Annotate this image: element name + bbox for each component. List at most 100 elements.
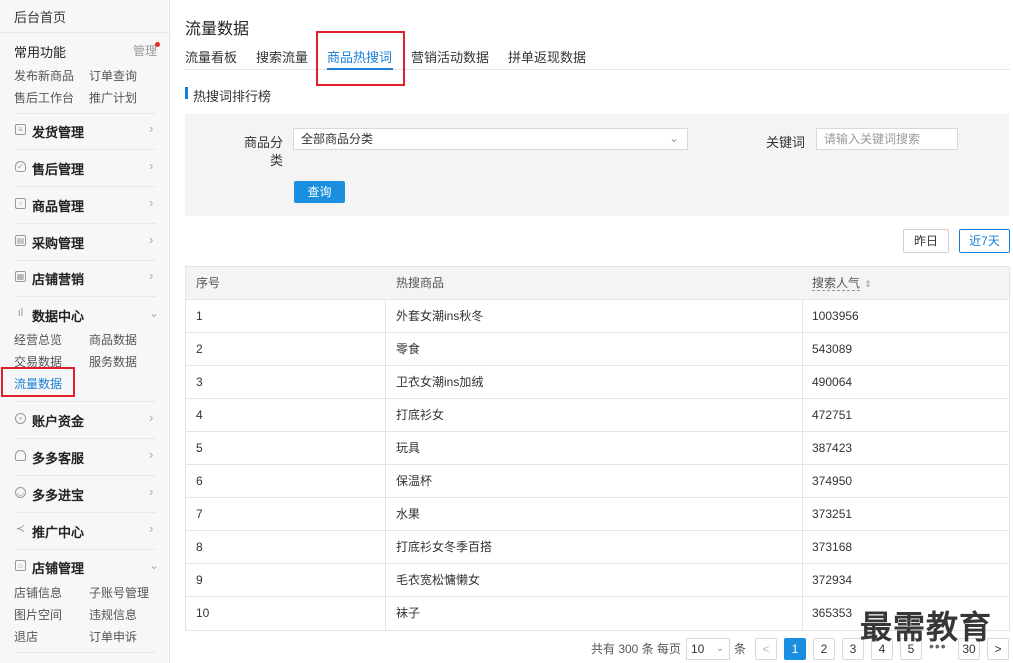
row-index: 1	[196, 309, 203, 323]
share-icon: ≺	[15, 523, 26, 535]
menu-store-management[interactable]: ⌂ 店铺管理 ⌄	[0, 552, 170, 582]
shield-icon: ✓	[15, 161, 26, 172]
divider	[14, 512, 156, 513]
category-select[interactable]: 全部商品分类 ⌄	[293, 128, 688, 150]
query-button[interactable]: 查询	[294, 181, 345, 203]
menu-customer-service[interactable]: 多多客服 ›	[0, 442, 170, 472]
menu-data-center[interactable]: ıl 数据中心 ⌄	[0, 300, 170, 330]
pagination-total: 共有 300 条	[591, 642, 654, 656]
link-business-overview[interactable]: 经营总览	[14, 331, 62, 348]
link-service-data[interactable]: 服务数据	[89, 353, 137, 370]
menu-label: 账户资金	[32, 414, 85, 429]
section-title: 热搜词排行榜	[193, 89, 272, 104]
shortcut-publish-product[interactable]: 发布新商品	[14, 67, 74, 84]
link-store-info[interactable]: 店铺信息	[14, 584, 62, 601]
link-order-appeal[interactable]: 订单申诉	[89, 628, 137, 645]
pagination-per-page-label: 每页	[657, 642, 682, 656]
menu-account-funds[interactable]: • 账户资金 ›	[0, 405, 170, 435]
shortcut-aftersale-workbench[interactable]: 售后工作台	[14, 89, 74, 106]
bag-icon: ▫	[15, 198, 26, 209]
sidebar-home-link[interactable]: 后台首页	[14, 7, 66, 26]
category-label-wrap: 类	[270, 153, 284, 168]
row-popularity: 1003956	[812, 309, 859, 323]
menu-duoduo-jinbao[interactable]: ◡ 多多进宝 ›	[0, 479, 170, 509]
link-close-store[interactable]: 退店	[14, 628, 38, 645]
link-violations[interactable]: 违规信息	[89, 606, 137, 623]
table-row: 5 玩具 387423	[186, 432, 1009, 465]
row-product: 水果	[396, 507, 421, 521]
tab-marketing-activity[interactable]: 营销活动数据	[411, 47, 489, 66]
menu-label: 采购管理	[32, 236, 85, 251]
row-popularity: 387423	[812, 441, 853, 455]
row-product: 打底衫女冬季百搭	[396, 540, 493, 554]
header-popularity[interactable]: 搜索人气 ⇕	[812, 267, 872, 300]
row-index: 7	[196, 507, 203, 521]
page-size-value: 10	[691, 642, 705, 656]
row-popularity: 543089	[812, 342, 853, 356]
highlight-box	[316, 31, 405, 86]
sort-icon[interactable]: ⇕	[864, 279, 872, 289]
watermark-logo: 最需教育	[860, 609, 993, 645]
row-product: 袜子	[396, 606, 421, 620]
row-popularity: 374950	[812, 474, 853, 488]
chevron-down-icon: ⌄	[149, 306, 160, 320]
menu-purchasing[interactable]: ▤ 采购管理 ›	[0, 227, 170, 257]
row-index: 9	[196, 573, 203, 587]
menu-promotion-center[interactable]: ≺ 推广中心 ›	[0, 516, 170, 546]
chevron-right-icon: ›	[149, 121, 154, 136]
tab-search-traffic[interactable]: 搜索流量	[256, 47, 308, 66]
link-sub-accounts[interactable]: 子账号管理	[89, 584, 149, 601]
row-popularity: 472751	[812, 408, 853, 422]
notification-dot	[155, 42, 160, 47]
page-size-select[interactable]: 10 ⌄	[686, 638, 730, 660]
chevron-right-icon: ›	[149, 195, 154, 210]
menu-label: 店铺营销	[32, 272, 85, 287]
row-popularity: 373168	[812, 540, 853, 554]
tab-traffic-dashboard[interactable]: 流量看板	[185, 47, 237, 66]
menu-products[interactable]: ▫ 商品管理 ›	[0, 190, 170, 220]
keyword-input[interactable]: 请输入关键词搜索	[816, 128, 958, 150]
link-image-space[interactable]: 图片空间	[14, 606, 62, 623]
prev-page-button[interactable]: <	[755, 638, 777, 660]
menu-aftersale[interactable]: ✓ 售后管理 ›	[0, 153, 170, 183]
row-product: 打底衫女	[396, 408, 445, 422]
divider	[14, 186, 156, 187]
table-row: 1 外套女潮ins秋冬 1003956	[186, 300, 1009, 333]
link-product-data[interactable]: 商品数据	[89, 331, 137, 348]
store-icon: ⌂	[15, 560, 26, 571]
row-index: 6	[196, 474, 203, 488]
yesterday-button[interactable]: 昨日	[903, 229, 949, 253]
coin-icon: •	[15, 413, 26, 424]
row-popularity: 373251	[812, 507, 853, 521]
row-product: 外套女潮ins秋冬	[396, 309, 484, 323]
chevron-right-icon: ›	[149, 521, 154, 536]
page-button-1[interactable]: 1	[784, 638, 806, 660]
menu-shipping[interactable]: ≡ 发货管理 ›	[0, 116, 170, 146]
menu-label: 数据中心	[32, 309, 85, 324]
divider	[14, 223, 156, 224]
table-row: 3 卫衣女潮ins加绒 490064	[186, 366, 1009, 399]
last-7-days-button[interactable]: 近7天	[959, 229, 1010, 253]
keyword-label: 关键词	[766, 135, 806, 150]
menu-shop-marketing[interactable]: ▦ 店铺营销 ›	[0, 263, 170, 293]
chevron-right-icon: ›	[149, 232, 154, 247]
row-index: 5	[196, 441, 203, 455]
shortcut-order-query[interactable]: 订单查询	[89, 67, 137, 84]
chevron-right-icon: ›	[149, 447, 154, 462]
header-index: 序号	[196, 276, 221, 290]
divider	[14, 475, 156, 476]
shortcut-promo-plan[interactable]: 推广计划	[89, 89, 137, 106]
row-popularity: 490064	[812, 375, 853, 389]
chevron-down-icon: ⌄	[715, 643, 724, 654]
page-button-2[interactable]: 2	[813, 638, 835, 660]
row-popularity: 365353	[812, 606, 853, 620]
manage-link[interactable]: 管理	[133, 42, 157, 59]
chevron-right-icon: ›	[149, 410, 154, 425]
hot-search-table: 序号 热搜商品 搜索人气 ⇕ 1 外套女潮ins秋冬 1003956 2 零食 54308…	[185, 266, 1010, 631]
section-marker	[185, 87, 188, 99]
row-index: 2	[196, 342, 203, 356]
table-row: 8 打底衫女冬季百搭 373168	[186, 531, 1009, 564]
menu-label: 店铺管理	[32, 561, 85, 576]
row-index: 4	[196, 408, 203, 422]
tab-group-cashback[interactable]: 拼单返现数据	[508, 47, 586, 66]
